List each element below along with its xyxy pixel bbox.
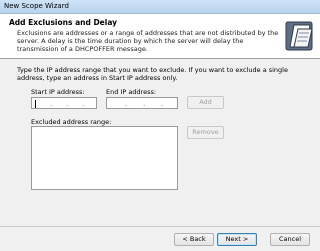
next-button[interactable]: Next > [217,233,257,246]
end-ip-input[interactable]: . . . [106,97,178,109]
page-title: Add Exclusions and Delay [9,18,118,27]
wizard-header: Add Exclusions and Delay Exclusions are … [0,14,320,59]
wizard-window: New Scope Wizard Add Exclusions and Dela… [0,0,320,251]
wizard-body: Type the IP address range that you want … [0,59,320,209]
end-ip-label: End IP address: [106,88,157,96]
add-button[interactable]: Add [187,96,224,109]
page-description: Exclusions are addresses or a range of a… [17,29,279,53]
start-ip-input[interactable]: . . . [31,97,97,109]
instructions-text: Type the IP address range that you want … [17,66,288,82]
wizard-book-icon [285,21,313,51]
start-ip-label: Start IP address: [31,88,85,96]
excluded-range-label: Excluded address range: [31,118,112,126]
excluded-range-list[interactable] [31,126,178,190]
text-caret [35,100,36,108]
back-button[interactable]: < Back [174,233,214,246]
remove-button[interactable]: Remove [187,126,224,139]
cancel-button[interactable]: Cancel [270,233,310,246]
wizard-footer: < Back Next > Cancel [0,227,320,251]
title-bar: New Scope Wizard [0,0,320,14]
window-title: New Scope Wizard [4,2,69,10]
